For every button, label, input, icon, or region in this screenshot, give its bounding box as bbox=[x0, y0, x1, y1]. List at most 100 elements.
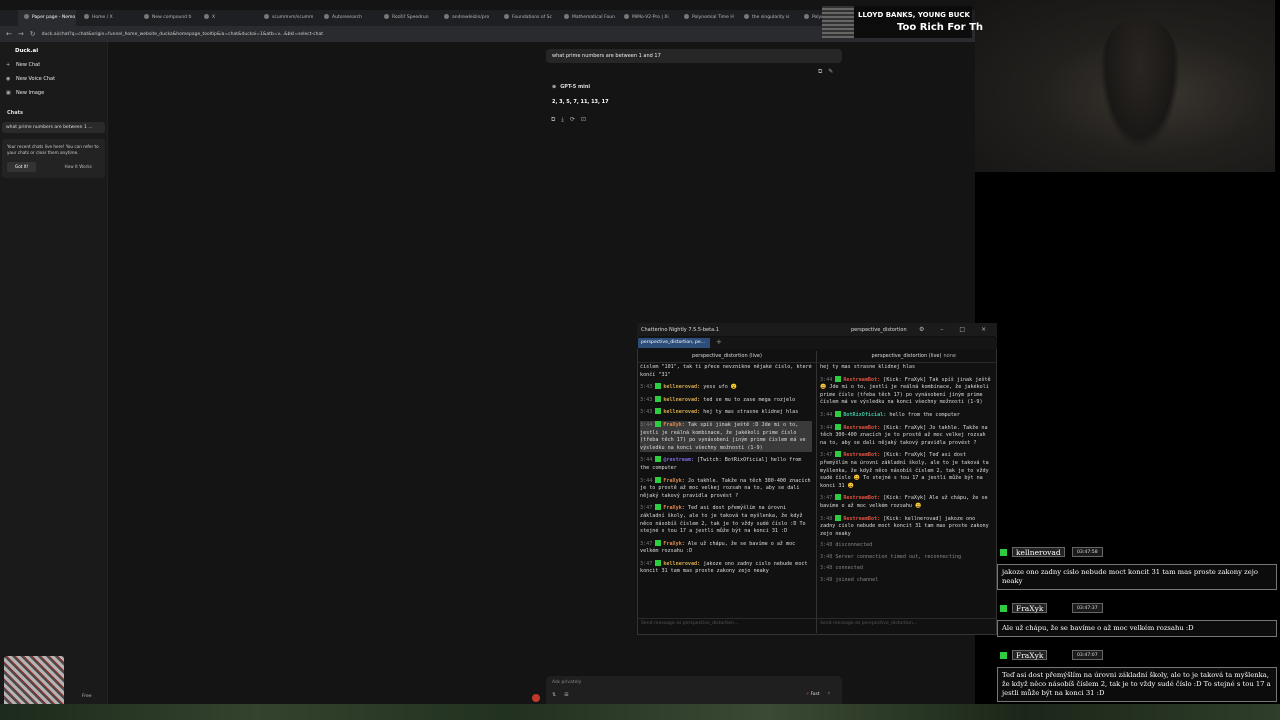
browser-tab[interactable]: MiMo-V2-Pro | Xi bbox=[618, 10, 676, 26]
reload-icon[interactable]: ↻ bbox=[30, 30, 36, 38]
message-username[interactable]: kellnerovad: bbox=[663, 409, 700, 415]
regenerate-icon[interactable]: ⟳ bbox=[570, 116, 575, 124]
browser-tab[interactable]: Mathematical Foun bbox=[558, 10, 616, 26]
settings-icon[interactable]: ⚙ bbox=[919, 326, 924, 333]
left-send-input[interactable]: Send message as perspective_distortion..… bbox=[638, 618, 816, 628]
message-username[interactable]: kellnerovad: bbox=[663, 561, 700, 567]
model-label: ⊛ GPT-5 mini bbox=[552, 84, 591, 90]
message-username[interactable]: @restream: bbox=[663, 457, 694, 463]
chat-message: 3:47 kellnerovad: jakoze ono zadny cislo… bbox=[640, 559, 812, 576]
chat-message: 3:48 Server connection timed out, reconn… bbox=[820, 554, 992, 562]
browser-tab[interactable]: the singularity is bbox=[738, 10, 796, 26]
message-username[interactable]: FraXyk: bbox=[663, 478, 684, 484]
message-username[interactable]: RestreamBot: bbox=[843, 377, 880, 383]
background-foliage bbox=[0, 704, 1280, 720]
favicon-icon bbox=[84, 14, 89, 19]
browser-tab[interactable]: scummvm/scumm bbox=[258, 10, 316, 26]
how-it-works-link[interactable]: How It Works bbox=[57, 162, 100, 172]
message-username[interactable]: FraXyk: bbox=[663, 505, 684, 511]
tools-icon[interactable]: ⇅ bbox=[552, 692, 556, 698]
left-split-header[interactable]: perspective_distortion (live) bbox=[638, 353, 816, 363]
minimize-icon[interactable]: – bbox=[940, 326, 943, 333]
mode-selector[interactable]: ⚡ Fast ↑ bbox=[806, 692, 831, 697]
right-chat-log: hej ty mas strasne klidnej hlas 3:44 Rest… bbox=[820, 364, 992, 616]
message-text: hello from the computer bbox=[889, 411, 960, 418]
prompt-input-box[interactable] bbox=[546, 676, 842, 706]
sidebar-item-new-chat[interactable]: + New Chat bbox=[0, 54, 107, 68]
edit-icon[interactable]: ✎ bbox=[828, 68, 833, 76]
split-divider[interactable] bbox=[816, 351, 817, 633]
maximize-icon[interactable]: □ bbox=[959, 326, 965, 333]
attach-icon[interactable]: ⊞ bbox=[564, 692, 568, 698]
message-username[interactable]: kellnerovad: bbox=[663, 384, 700, 390]
favicon-icon bbox=[804, 14, 809, 19]
message-username[interactable]: RestreamBot: bbox=[843, 495, 880, 501]
prompt-input-placeholder[interactable]: Ask privately bbox=[552, 680, 581, 685]
message-timestamp: 3:48 bbox=[820, 515, 833, 522]
message-timestamp: 3:44 bbox=[820, 376, 833, 383]
browser-tab[interactable]: Paper page - Nemo bbox=[18, 10, 76, 26]
chat-message: 3:48 disconnected bbox=[820, 542, 992, 550]
got-it-button[interactable]: Got It! bbox=[7, 162, 37, 172]
sidebar-item-new-voice-chat[interactable]: ◉ New Voice Chat bbox=[0, 68, 107, 82]
sidebar-item-new-image[interactable]: ▣ New Image bbox=[0, 82, 107, 96]
now-playing-artist: LLOYD BANKS, YOUNG BUCK bbox=[858, 11, 970, 19]
chat-message: 3:44 FraXyk: Tak spíš jinak ještě :D Jde… bbox=[640, 420, 812, 453]
browser-tab[interactable]: New compound ti bbox=[138, 10, 196, 26]
message-text: hej ty mas strasne klidnej hlas bbox=[703, 409, 799, 416]
browser-tab[interactable]: Rozšíř Speedrun bbox=[378, 10, 436, 26]
message-timestamp: 3:47 bbox=[640, 505, 653, 512]
chat-message: číslem "101", tak ti přece nevznikne něj… bbox=[640, 364, 812, 379]
address-field[interactable]: duck.ai/chat?q=chat&origin=funnel_home_w… bbox=[42, 32, 323, 37]
chat-message: 3:44 RestreamBot: [Kick: FraXyk] Tak spí… bbox=[820, 375, 992, 407]
close-icon[interactable]: × bbox=[981, 326, 986, 333]
overlay-message: Teď asi dost přemýšlím na úrovni základn… bbox=[997, 667, 1277, 702]
chatterino-tab[interactable]: perspective_distortion, pe... bbox=[638, 338, 710, 348]
message-timestamp: 3:44 bbox=[820, 411, 833, 418]
browser-tab[interactable]: Autoresearch bbox=[318, 10, 376, 26]
copy-icon[interactable]: ⧉ bbox=[551, 116, 555, 124]
message-username[interactable]: kellnerovad: bbox=[663, 397, 700, 403]
browser-tab[interactable]: X bbox=[198, 10, 256, 26]
back-icon[interactable]: ← bbox=[6, 30, 12, 38]
browser-tab[interactable]: Foundations of Sc bbox=[498, 10, 556, 26]
recent-chat-item[interactable]: what prime numbers are between 1 ... bbox=[2, 122, 105, 133]
message-username[interactable]: RestreamBot: bbox=[843, 452, 880, 458]
message-username[interactable]: RestreamBot: bbox=[843, 425, 880, 431]
message-username[interactable]: FraXyk: bbox=[663, 541, 684, 547]
copy-icon[interactable]: ⧉ bbox=[818, 68, 822, 76]
right-split-header[interactable]: perspective_distortion (live) none bbox=[817, 353, 996, 363]
chat-message: 3:44 RestreamBot: [Kick: FraXyk] Jo takh… bbox=[820, 423, 992, 448]
browser-tab[interactable]: andrewleizin/pro bbox=[438, 10, 496, 26]
message-timestamp: 3:43 bbox=[640, 396, 653, 403]
send-icon[interactable]: ↑ bbox=[827, 692, 831, 697]
user-badge-icon bbox=[835, 423, 842, 430]
browser-tab[interactable]: Polynomial Time H bbox=[678, 10, 736, 26]
chats-heading: Chats bbox=[7, 110, 23, 116]
message-username[interactable]: BotRixOficial: bbox=[843, 412, 886, 418]
record-button[interactable] bbox=[532, 694, 540, 702]
mic-icon: ◉ bbox=[6, 76, 11, 82]
user-badge-icon bbox=[835, 375, 842, 382]
message-timestamp: 3:43 bbox=[640, 409, 653, 416]
right-send-input[interactable]: Send message as perspective_distortion..… bbox=[817, 618, 996, 628]
download-icon[interactable]: ⤓ bbox=[561, 116, 564, 124]
add-tab-icon[interactable]: + bbox=[716, 338, 722, 346]
message-timestamp: 3:44 bbox=[640, 421, 653, 428]
user-message: what prime numbers are between 1 and 17 bbox=[546, 49, 842, 63]
user-badge-icon bbox=[655, 539, 662, 546]
account-switcher[interactable]: perspective_distortion bbox=[851, 327, 907, 333]
platform-icon bbox=[1000, 549, 1007, 556]
message-username[interactable]: RestreamBot: bbox=[843, 516, 880, 522]
chat-message: 3:47 RestreamBot: [Kick: FraXyk] Ale už … bbox=[820, 494, 992, 510]
share-icon[interactable]: ⊡ bbox=[581, 116, 586, 124]
browser-tab[interactable]: Home / X bbox=[78, 10, 136, 26]
user-badge-icon bbox=[835, 514, 842, 521]
favicon-icon bbox=[144, 14, 149, 19]
chat-message: 3:43 kellnerovad: ted se mu to zase mega… bbox=[640, 395, 812, 405]
chat-message: 3:47 FraXyk: Ale už chápu, že se bavíme … bbox=[640, 539, 812, 556]
message-username[interactable]: FraXyk: bbox=[663, 422, 684, 428]
system-message: disconnected bbox=[835, 542, 873, 549]
forward-icon[interactable]: → bbox=[18, 30, 24, 38]
overlay-message: Ale už chápu, že se bavíme o až moc velk… bbox=[997, 620, 1277, 637]
